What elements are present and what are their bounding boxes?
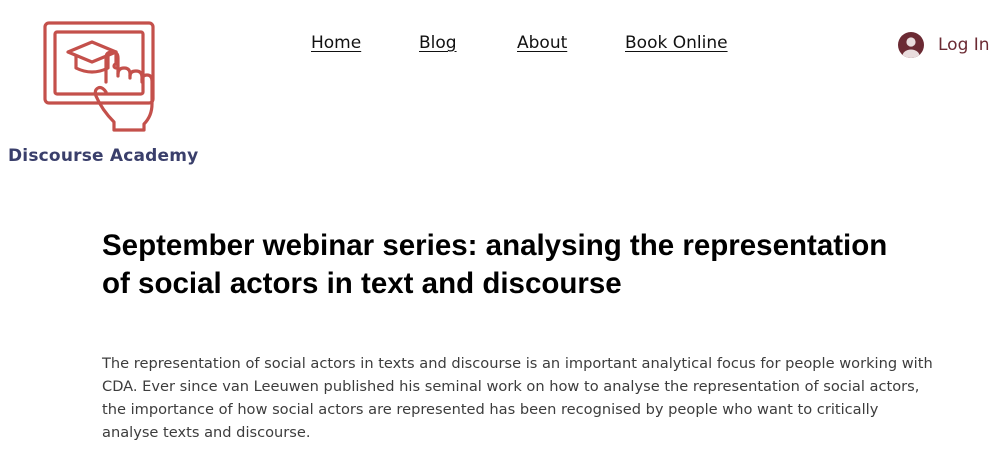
nav-item-home[interactable]: Home xyxy=(311,33,361,53)
login-label: Log In xyxy=(938,35,990,55)
nav-item-about[interactable]: About xyxy=(517,33,567,53)
user-avatar-icon xyxy=(898,32,924,58)
nav-item-book-online[interactable]: Book Online xyxy=(625,33,728,53)
logo-icon[interactable] xyxy=(40,18,160,134)
post-title: September webinar series: analysing the … xyxy=(102,229,888,300)
brand-name[interactable]: Discourse Academy xyxy=(8,146,198,166)
login-button[interactable]: Log In xyxy=(898,30,990,60)
nav-item-blog[interactable]: Blog xyxy=(419,33,457,53)
post-body: The representation of social actors in t… xyxy=(102,355,933,441)
